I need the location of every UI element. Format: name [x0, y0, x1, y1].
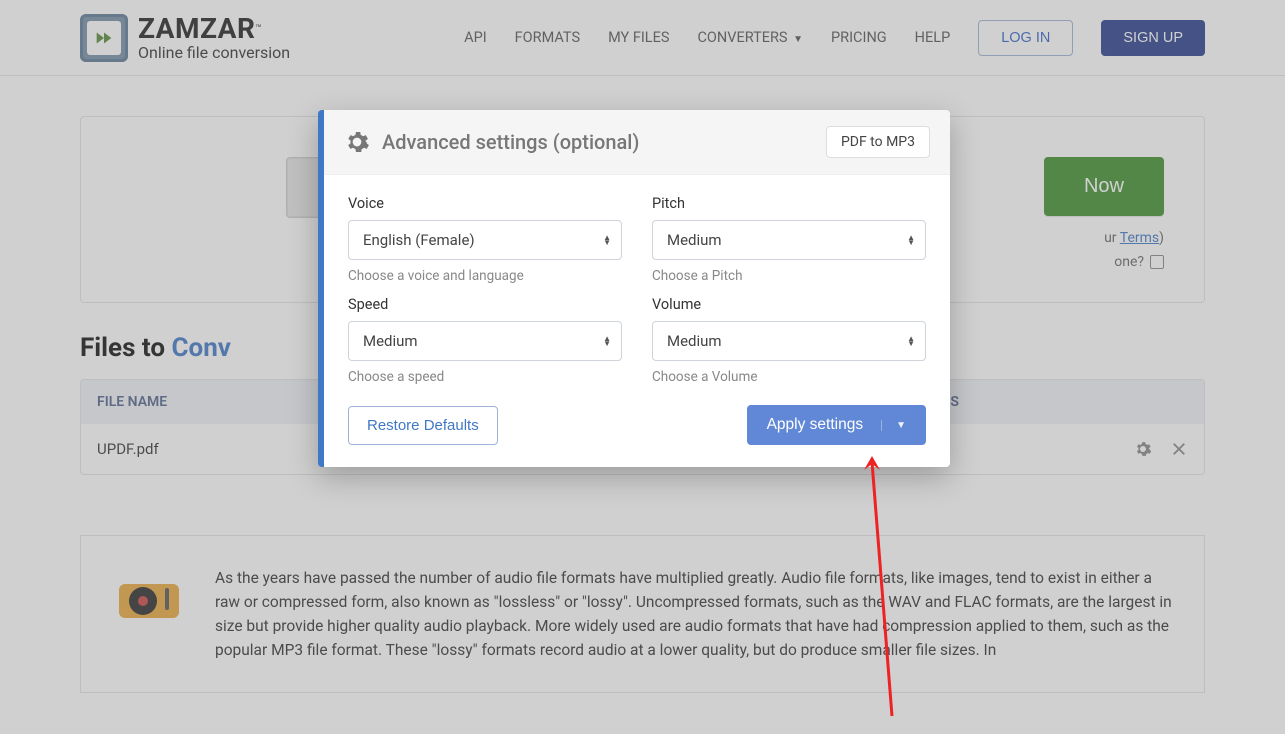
sort-icon: ▲▼ — [907, 235, 915, 245]
voice-hint: Choose a voice and language — [348, 268, 622, 284]
apply-settings-button[interactable]: Apply settings ▼ — [747, 405, 926, 445]
sort-icon: ▲▼ — [907, 336, 915, 346]
sort-icon: ▲▼ — [603, 235, 611, 245]
sort-icon: ▲▼ — [603, 336, 611, 346]
gear-icon — [344, 129, 370, 155]
speed-select[interactable]: Medium ▲▼ — [348, 321, 622, 361]
chevron-down-icon: ▼ — [881, 420, 906, 431]
voice-select[interactable]: English (Female) ▲▼ — [348, 220, 622, 260]
volume-hint: Choose a Volume — [652, 369, 926, 385]
restore-defaults-button[interactable]: Restore Defaults — [348, 406, 498, 445]
modal-title: Advanced settings (optional) — [382, 130, 639, 154]
volume-select[interactable]: Medium ▲▼ — [652, 321, 926, 361]
format-badge: PDF to MP3 — [826, 126, 930, 158]
volume-label: Volume — [652, 296, 926, 313]
voice-label: Voice — [348, 195, 622, 212]
speed-hint: Choose a speed — [348, 369, 622, 385]
pitch-label: Pitch — [652, 195, 926, 212]
speed-label: Speed — [348, 296, 622, 313]
pitch-select[interactable]: Medium ▲▼ — [652, 220, 926, 260]
advanced-settings-modal: Advanced settings (optional) PDF to MP3 … — [318, 110, 950, 467]
pitch-hint: Choose a Pitch — [652, 268, 926, 284]
